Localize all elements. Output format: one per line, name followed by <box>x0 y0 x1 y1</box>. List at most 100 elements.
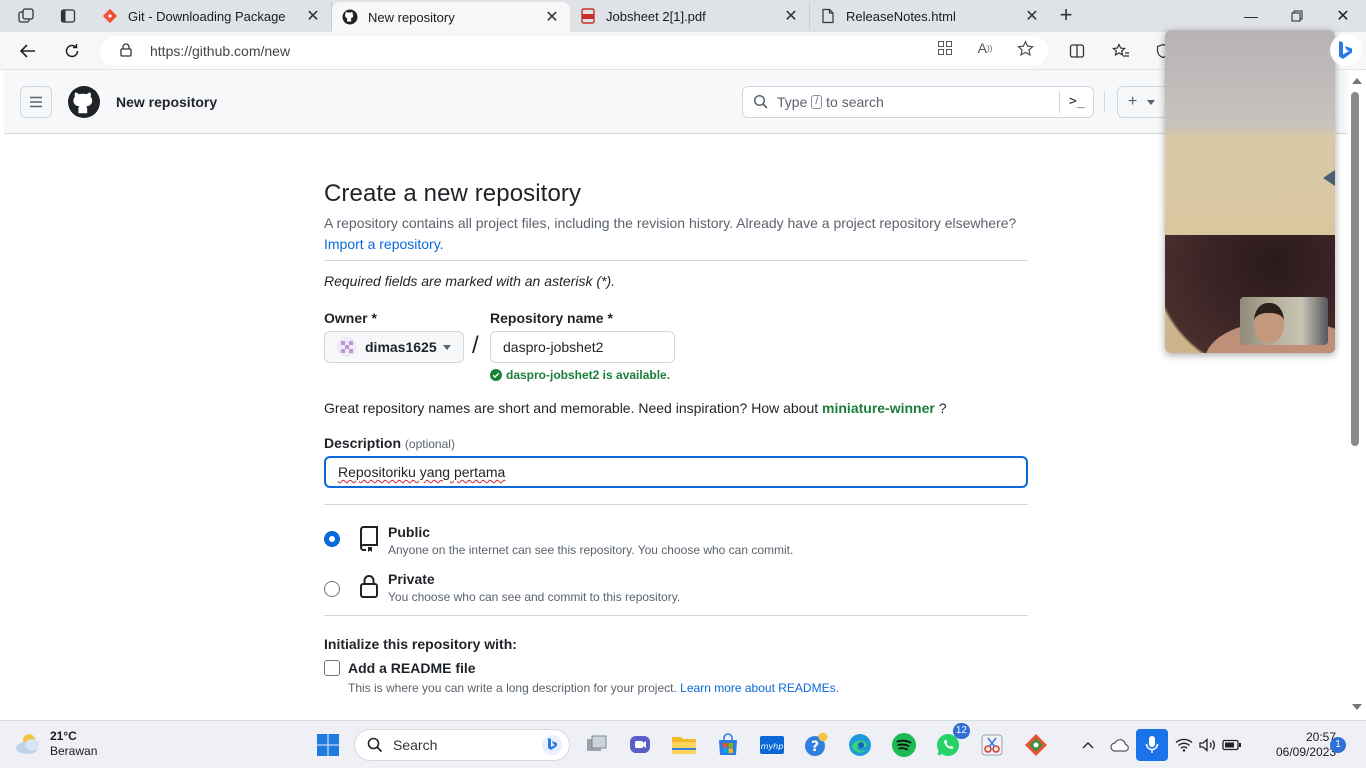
start-button[interactable] <box>312 729 344 761</box>
add-readme-label[interactable]: Add a README file <box>348 660 476 676</box>
svg-text:myhp: myhp <box>761 742 784 751</box>
import-repository-link[interactable]: Import a repository. <box>324 236 444 252</box>
cloudy-moon-icon <box>16 734 39 754</box>
edge-browser-icon[interactable] <box>844 729 876 761</box>
search-icon <box>367 737 383 753</box>
visibility-option-private[interactable]: Private You choose who can see and commi… <box>324 571 1028 613</box>
search-divider <box>1059 91 1060 113</box>
notification-count-badge[interactable]: 1 <box>1330 737 1346 753</box>
taskbar-search[interactable]: Search <box>354 729 570 761</box>
weather-temperature: 21°C <box>50 729 77 743</box>
git-gui-icon[interactable] <box>1020 729 1052 761</box>
owner-select[interactable]: dimas1625 <box>324 331 464 363</box>
owner-name: dimas1625 <box>365 339 437 355</box>
wifi-icon[interactable] <box>1174 735 1194 755</box>
tab-jobsheet-pdf[interactable]: Jobsheet 2[1].pdf ✕ <box>570 2 810 30</box>
onedrive-cloud-icon[interactable] <box>1110 735 1130 755</box>
whatsapp-icon[interactable]: 12 <box>932 723 970 761</box>
get-help-icon[interactable]: ? <box>800 729 832 761</box>
show-hidden-icons-chevron-icon[interactable] <box>1078 735 1098 755</box>
bing-icon <box>542 735 562 755</box>
video-call-overlay[interactable] <box>1165 30 1335 353</box>
menu-button[interactable] <box>20 86 52 118</box>
svg-text:?: ? <box>811 739 819 755</box>
bing-copilot-icon[interactable] <box>1330 34 1362 66</box>
visibility-description: Anyone on the internet can see this repo… <box>388 543 794 557</box>
collapse-arrow-icon[interactable] <box>1323 170 1335 186</box>
add-readme-checkbox[interactable] <box>324 660 340 676</box>
minimize-button[interactable]: — <box>1228 0 1274 32</box>
tab-git-download[interactable]: Git - Downloading Package ✕ <box>92 2 332 30</box>
workspaces-icon[interactable] <box>13 4 39 28</box>
browser-tab-strip: Git - Downloading Package ✕ New reposito… <box>0 0 1366 32</box>
github-header: New repository Type / to search >_ + <box>4 70 1348 134</box>
pdf-icon <box>580 8 596 24</box>
page-description: A repository contains all project files,… <box>324 215 1017 252</box>
search-placeholder-post: to search <box>826 94 884 110</box>
page-scrollbar[interactable] <box>1348 70 1366 718</box>
volume-icon[interactable] <box>1198 735 1218 755</box>
document-icon <box>820 8 836 24</box>
search-shortcut-key: / <box>811 95 823 109</box>
description-label: Description (optional) <box>324 435 455 451</box>
hamburger-icon <box>30 96 42 108</box>
avatar <box>337 337 357 357</box>
scroll-up-arrow-icon[interactable] <box>1352 78 1362 84</box>
header-divider <box>1104 92 1105 112</box>
myhp-icon[interactable]: myhp <box>756 729 788 761</box>
clock-time: 20:57 <box>1305 730 1336 744</box>
favorite-star-icon[interactable] <box>1014 37 1036 59</box>
page-context-title[interactable]: New repository <box>116 94 217 110</box>
back-button[interactable] <box>14 38 42 64</box>
learn-readmes-link[interactable]: Learn more about READMEs. <box>680 681 839 695</box>
task-view-icon[interactable] <box>581 729 613 761</box>
weather-widget[interactable]: 21°C Berawan <box>14 729 97 759</box>
self-view-video[interactable] <box>1240 297 1328 345</box>
battery-icon[interactable] <box>1222 735 1242 755</box>
visibility-title: Private <box>388 571 435 587</box>
system-clock[interactable]: 20:57 06/09/2023 <box>1276 730 1336 760</box>
github-icon <box>342 9 358 25</box>
clock-date: 06/09/2023 <box>1276 745 1337 759</box>
refresh-button[interactable] <box>58 38 86 64</box>
page-title: Create a new repository <box>324 180 582 207</box>
split-screen-icon[interactable] <box>1064 38 1090 64</box>
suggested-name-link[interactable]: miniature-winner <box>822 400 935 416</box>
tab-actions-icon[interactable] <box>55 4 81 28</box>
snipping-tool-icon[interactable] <box>976 729 1008 761</box>
microsoft-store-icon[interactable] <box>712 729 744 761</box>
lock-icon[interactable] <box>120 42 134 60</box>
repo-icon <box>358 526 380 552</box>
close-tab-icon[interactable]: ✕ <box>544 7 560 27</box>
github-logo-icon[interactable] <box>68 86 100 118</box>
read-aloud-icon[interactable]: A)) <box>974 37 996 59</box>
private-radio[interactable] <box>324 581 340 597</box>
apps-icon[interactable] <box>934 37 956 59</box>
microphone-icon[interactable] <box>1136 729 1168 761</box>
repository-name-input[interactable]: daspro-jobshet2 <box>490 331 675 363</box>
spotify-icon[interactable] <box>888 729 920 761</box>
scrollbar-thumb[interactable] <box>1351 92 1359 446</box>
teams-chat-icon[interactable] <box>624 729 656 761</box>
search-input[interactable]: Type / to search >_ <box>742 86 1094 118</box>
weather-description: Berawan <box>50 744 98 758</box>
close-window-button[interactable]: ✕ <box>1320 0 1366 32</box>
command-palette-icon[interactable]: >_ <box>1069 94 1085 109</box>
close-tab-icon[interactable]: ✕ <box>1024 6 1040 26</box>
favorites-icon[interactable] <box>1108 38 1134 64</box>
visibility-option-public[interactable]: Public Anyone on the internet can see th… <box>324 524 1028 566</box>
tab-new-repository[interactable]: New repository ✕ <box>332 2 570 32</box>
tab-title: Jobsheet 2[1].pdf <box>606 8 706 24</box>
close-tab-icon[interactable]: ✕ <box>305 6 321 26</box>
description-input[interactable]: Repositoriku yang pertama <box>324 456 1028 488</box>
close-tab-icon[interactable]: ✕ <box>783 6 799 26</box>
address-bar[interactable]: https://github.com/new <box>100 36 1048 66</box>
divider <box>324 504 1028 505</box>
availability-message: daspro-jobshet2 is available. <box>490 368 670 382</box>
scroll-down-arrow-icon[interactable] <box>1352 704 1362 710</box>
new-tab-button[interactable]: + <box>1054 4 1078 28</box>
public-radio[interactable] <box>324 531 340 547</box>
tab-release-notes[interactable]: ReleaseNotes.html ✕ <box>810 2 1050 30</box>
restore-button[interactable] <box>1274 0 1320 32</box>
file-explorer-icon[interactable] <box>668 729 700 761</box>
